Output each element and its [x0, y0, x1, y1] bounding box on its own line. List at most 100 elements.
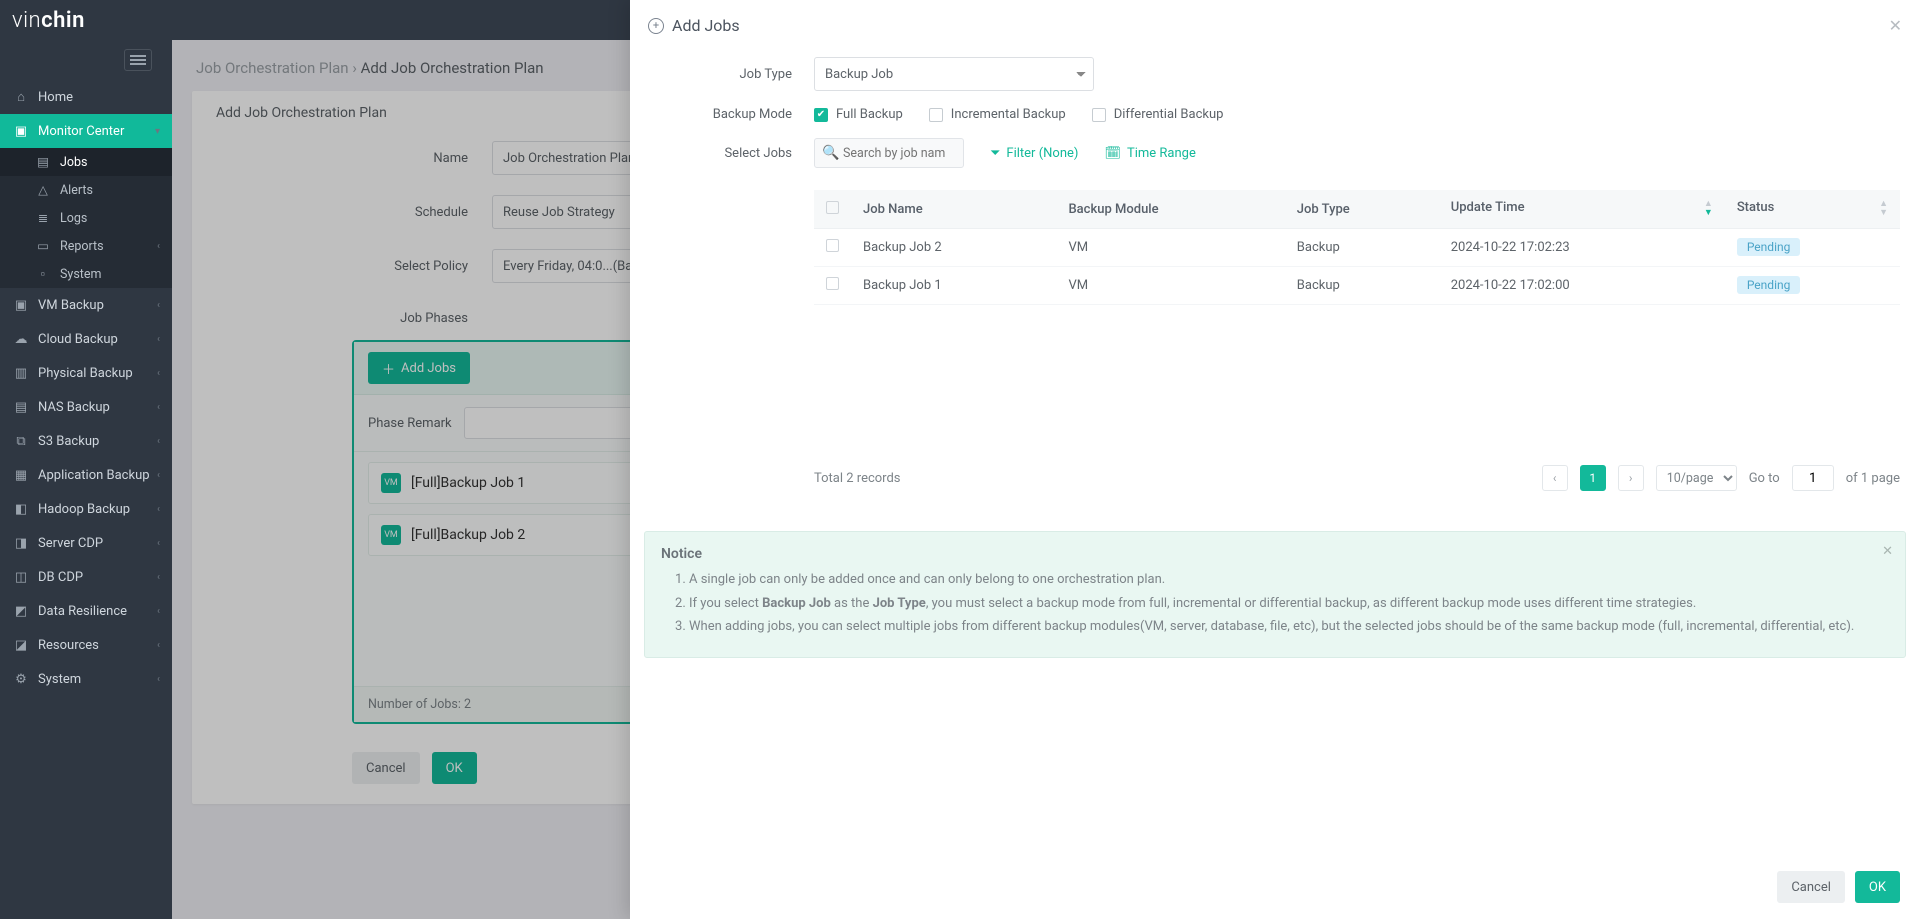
sidebar-item-label: System	[60, 267, 101, 282]
sidebar-item-label: VM Backup	[38, 298, 104, 313]
server-icon: ▥	[12, 366, 30, 381]
table-row[interactable]: Backup Job 1 VM Backup 2024-10-22 17:02:…	[814, 267, 1900, 305]
pager-page-1[interactable]: 1	[1580, 465, 1606, 491]
col-update-time[interactable]: Update Time▲▼	[1439, 190, 1725, 229]
sidebar-item-alerts[interactable]: △Alerts	[0, 176, 172, 204]
sidebar-item-label: Hadoop Backup	[38, 502, 130, 517]
sidebar-item-vm-backup[interactable]: ▣VM Backup‹	[0, 288, 172, 322]
job-type-select[interactable]: Backup Job	[814, 57, 1094, 91]
sidebar-item-label: Logs	[60, 211, 87, 226]
sidebar-item-label: Application Backup	[38, 468, 150, 483]
mode-label: Full Backup	[836, 107, 903, 122]
mode-differential-checkbox[interactable]: Differential Backup	[1092, 107, 1224, 122]
sidebar-toggle[interactable]	[124, 49, 152, 71]
drawer-cancel-button[interactable]: Cancel	[1777, 871, 1845, 903]
cell-module: VM	[1056, 229, 1284, 267]
cloud-icon: ☁	[12, 332, 30, 347]
sidebar-item-db-cdp[interactable]: ◫DB CDP‹	[0, 560, 172, 594]
sidebar-item-logs[interactable]: ≣ Logs	[0, 204, 172, 232]
notice-title: Notice	[661, 546, 1889, 562]
chevron-left-icon: ‹	[157, 606, 160, 617]
chevron-left-icon: ‹	[157, 674, 160, 685]
s3-icon: ⧉	[12, 434, 30, 449]
time-range-button[interactable]: 🗓Time Range	[1104, 146, 1195, 161]
col-job-type[interactable]: Job Type	[1285, 190, 1439, 229]
checkbox-icon	[929, 108, 943, 122]
sidebar-item-system[interactable]: ⚙ System ‹	[0, 662, 172, 696]
filter-button[interactable]: ⏷Filter (None)	[990, 146, 1078, 161]
sidebar-item-application-backup[interactable]: ▦Application Backup‹	[0, 458, 172, 492]
reports-icon: ▭	[34, 238, 52, 254]
goto-label: Go to	[1749, 471, 1780, 486]
search-icon: 🔍	[822, 145, 839, 161]
sidebar-item-monitor-center[interactable]: ▣Monitor Center▾	[0, 114, 172, 148]
mode-incremental-checkbox[interactable]: Incremental Backup	[929, 107, 1066, 122]
gear-icon: ⚙	[12, 672, 30, 687]
chevron-left-icon: ‹	[157, 538, 160, 549]
sidebar-item-label: Cloud Backup	[38, 332, 118, 347]
sidebar-subnav: ▤Jobs △Alerts ≣ Logs ▭Reports‹ ▫System	[0, 148, 172, 288]
sidebar: ⌂Home ▣Monitor Center▾ ▤Jobs △Alerts ≣ Lo…	[0, 40, 172, 919]
status-badge: Pending	[1737, 238, 1801, 256]
sidebar-item-label: Physical Backup	[38, 366, 133, 381]
sidebar-item-cloud-backup[interactable]: ☁ Cloud Backup ‹	[0, 322, 172, 356]
sidebar-item-hadoop-backup[interactable]: ◧Hadoop Backup‹	[0, 492, 172, 526]
pager-prev[interactable]: ‹	[1542, 465, 1568, 491]
notice-close-icon[interactable]: ✕	[1882, 544, 1893, 559]
col-job-name[interactable]: Job Name	[851, 190, 1056, 229]
sidebar-item-label: S3 Backup	[38, 434, 99, 449]
label-select-jobs: Select Jobs	[644, 146, 814, 161]
cdp-icon: ◨	[12, 536, 30, 551]
sidebar-item-s3-backup[interactable]: ⧉S3 Backup‹	[0, 424, 172, 458]
goto-input[interactable]	[1792, 465, 1834, 491]
sidebar-item-reports[interactable]: ▭Reports‹	[0, 232, 172, 260]
jobs-icon: ▤	[34, 154, 52, 170]
checkbox-checked-icon: ✔	[814, 108, 828, 122]
sidebar-item-nas-backup[interactable]: ▤NAS Backup‹	[0, 390, 172, 424]
row-checkbox[interactable]	[826, 277, 839, 290]
brand-logo: vinchin	[12, 7, 85, 33]
sidebar-item-physical-backup[interactable]: ▥ Physical Backup ‹	[0, 356, 172, 390]
chevron-left-icon: ‹	[157, 368, 160, 379]
drawer-title: Add Jobs	[672, 16, 740, 35]
drawer-ok-button[interactable]: OK	[1855, 871, 1900, 903]
sort-icon: ▲▼	[1704, 200, 1713, 218]
chevron-left-icon: ‹	[157, 640, 160, 651]
sidebar-item-label: Resources	[38, 638, 99, 653]
page-size-select[interactable]: 10/page	[1656, 465, 1737, 491]
sidebar-item-label: System	[38, 672, 81, 687]
sort-icon: ▲▼	[1879, 200, 1888, 218]
chevron-left-icon: ‹	[157, 504, 160, 515]
select-all-checkbox[interactable]	[826, 201, 839, 214]
chevron-left-icon: ‹	[157, 334, 160, 345]
notice-panel: ✕ Notice A single job can only be added …	[644, 531, 1906, 658]
close-icon[interactable]: ✕	[1889, 16, 1902, 35]
pager-next[interactable]: ›	[1618, 465, 1644, 491]
monitor-icon: ▣	[12, 124, 30, 139]
sidebar-item-label: DB CDP	[38, 570, 83, 585]
sidebar-item-jobs[interactable]: ▤Jobs	[0, 148, 172, 176]
chevron-left-icon: ‹	[157, 470, 160, 481]
sidebar-item-label: NAS Backup	[38, 400, 110, 415]
row-checkbox[interactable]	[826, 239, 839, 252]
mode-label: Incremental Backup	[951, 107, 1066, 122]
cell-job-name: Backup Job 2	[851, 229, 1056, 267]
sidebar-item-system-sub[interactable]: ▫System	[0, 260, 172, 288]
sidebar-item-home[interactable]: ⌂Home	[0, 80, 172, 114]
filter-label: Filter (None)	[1006, 146, 1078, 161]
table-row[interactable]: Backup Job 2 VM Backup 2024-10-22 17:02:…	[814, 229, 1900, 267]
db-icon: ◫	[12, 570, 30, 585]
cell-job-name: Backup Job 1	[851, 267, 1056, 305]
notice-item: When adding jobs, you can select multipl…	[689, 617, 1889, 637]
chevron-left-icon: ‹	[157, 241, 160, 252]
sidebar-item-resources[interactable]: ◪Resources‹	[0, 628, 172, 662]
logs-icon: ≣	[34, 210, 52, 226]
col-status[interactable]: Status▲▼	[1725, 190, 1900, 229]
mode-full-checkbox[interactable]: ✔ Full Backup	[814, 107, 903, 122]
col-backup-module[interactable]: Backup Module	[1056, 190, 1284, 229]
sidebar-item-data-resilience[interactable]: ◩Data Resilience‹	[0, 594, 172, 628]
notice-item: A single job can only be added once and …	[689, 570, 1889, 590]
sidebar-item-server-cdp[interactable]: ◨Server CDP‹	[0, 526, 172, 560]
notice-item: If you select Backup Job as the Job Type…	[689, 594, 1889, 614]
total-records: Total 2 records	[814, 471, 901, 486]
